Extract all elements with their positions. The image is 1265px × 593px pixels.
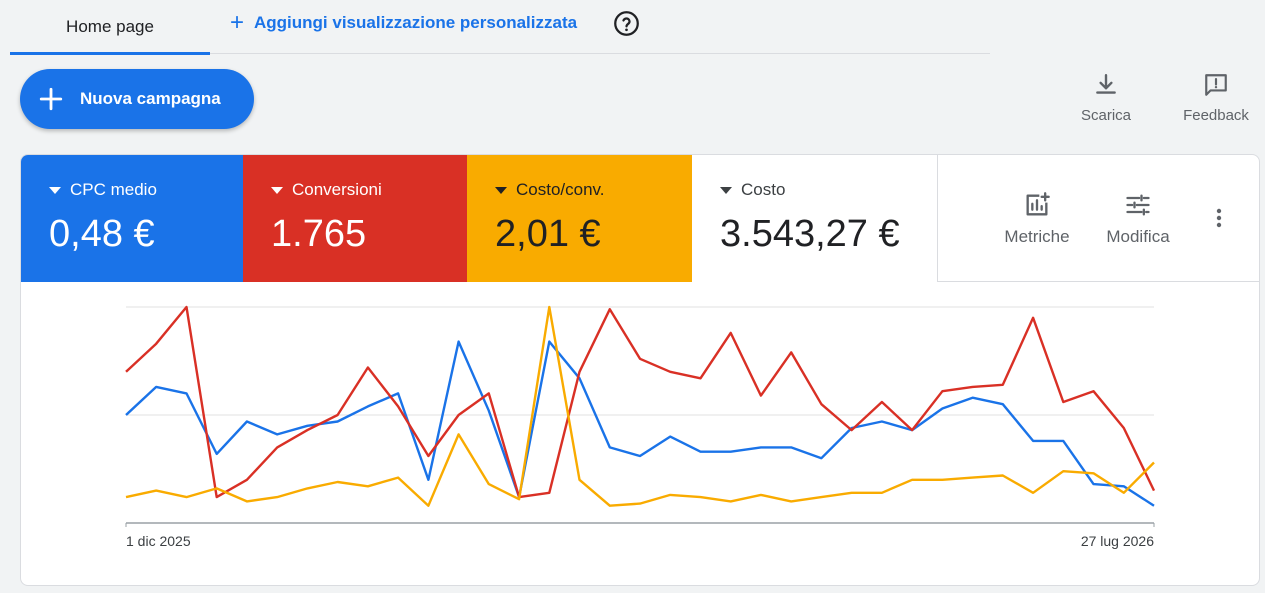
metric-cost[interactable]: Costo 3.543,27 € [692,155,938,282]
metric-conversions[interactable]: Conversioni 1.765 [243,155,467,282]
chart-grid [125,306,1155,527]
caret-down-icon [720,186,732,194]
metric-cpc-label-text: CPC medio [70,180,157,199]
metrics-row: CPC medio 0,48 € Conversioni 1.765 Costo… [21,155,1259,282]
metric-conversions-label: Conversioni [271,180,382,200]
download-button[interactable]: Scarica [1075,72,1137,124]
new-campaign-label: Nuova campagna [80,89,221,108]
feedback-icon [1205,74,1227,96]
metric-cpc-label: CPC medio [49,180,157,200]
metrics-label: Metriche [1004,227,1070,246]
tab-home-page[interactable]: Home page [10,0,210,55]
metric-cost-per-conv-value: 2,01 € [495,213,601,255]
performance-line-chart: 1 dic 2025 27 lug 2026 [125,305,1156,549]
metric-cost-per-conv-label: Costo/conv. [495,180,605,200]
metric-cost-label-text: Costo [741,180,786,199]
edit-label: Modifica [1106,227,1170,246]
series-line-1 [125,305,1156,499]
metric-cost-per-conv[interactable]: Costo/conv. 2,01 € [467,155,692,282]
x-tick-start: 1 dic 2025 [126,533,191,549]
plus-icon [39,87,63,111]
feedback-label: Feedback [1183,107,1249,124]
caret-down-icon [49,186,61,194]
tab-bar: Home page + Aggiungi visualizzazione per… [10,0,990,55]
caret-down-icon [495,186,507,194]
add-chart-icon [1026,192,1050,216]
metric-cost-label: Costo [720,180,785,200]
plus-icon: + [230,9,245,36]
caret-down-icon [271,186,283,194]
performance-card: CPC medio 0,48 € Conversioni 1.765 Costo… [20,154,1260,586]
metric-conversions-value: 1.765 [271,213,367,255]
edit-button[interactable]: Modifica [1099,191,1177,247]
add-custom-view-button[interactable]: + Aggiungi visualizzazione personalizzat… [230,0,577,46]
tune-icon [1126,194,1150,216]
x-tick-end: 27 lug 2026 [1081,533,1154,549]
feedback-button[interactable]: Feedback [1177,72,1255,124]
series-line-0 [125,340,1155,507]
metrics-button[interactable]: Metriche [997,191,1077,247]
more-vert-icon[interactable] [1207,206,1231,230]
metric-cpc[interactable]: CPC medio 0,48 € [21,155,243,282]
new-campaign-button[interactable]: Nuova campagna [20,69,254,129]
add-custom-view-label: Aggiungi visualizzazione personalizzata [254,13,578,32]
tab-home-label: Home page [66,17,154,36]
download-label: Scarica [1080,107,1132,124]
download-icon [1096,74,1116,94]
metric-conversions-label-text: Conversioni [292,180,382,199]
metric-cost-per-conv-label-text: Costo/conv. [516,180,605,199]
metric-cost-value: 3.543,27 € [720,213,900,255]
chart-lines [125,305,1156,507]
series-line-2 [125,305,1155,507]
help-icon[interactable] [613,10,640,37]
metric-cpc-value: 0,48 € [49,213,155,255]
